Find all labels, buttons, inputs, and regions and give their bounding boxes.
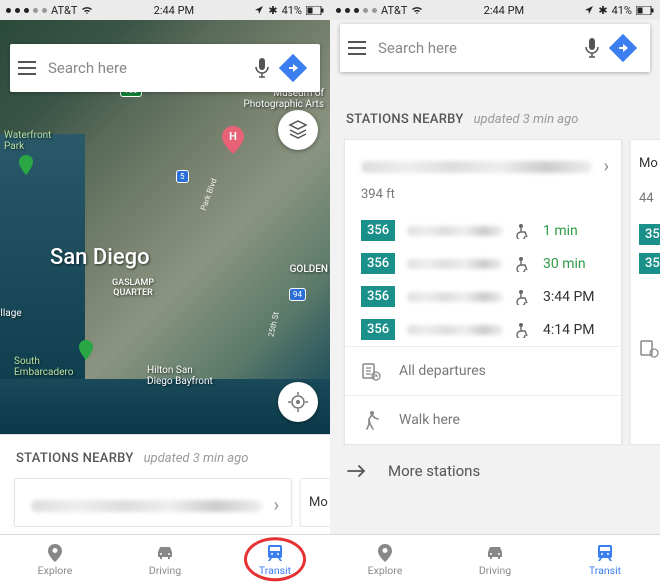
more-stations-button[interactable]: More stations xyxy=(330,445,660,496)
gaslamp-label: GASLAMP QUARTER xyxy=(112,278,154,298)
stations-panel[interactable]: STATIONS NEARBY updated 3 min ago › Mo xyxy=(0,434,330,534)
route-dest-blurred xyxy=(407,226,503,236)
road-parkblvd: Park Blvd xyxy=(199,177,219,211)
chevron-right-icon: › xyxy=(274,495,279,516)
menu-icon[interactable] xyxy=(18,61,36,75)
chevron-right-icon: › xyxy=(604,156,609,177)
tab-bar: Explore Driving Transit xyxy=(330,534,660,586)
stations-panel: STATIONS NEARBY updated 3 min ago › 394 … xyxy=(330,80,660,534)
route-row[interactable]: 356 30 min xyxy=(345,247,621,280)
train-icon xyxy=(595,544,615,562)
route-badge: 356 xyxy=(361,286,395,307)
park-marker-icon[interactable] xyxy=(78,340,94,360)
route-badge: 356 xyxy=(361,220,395,241)
mic-icon[interactable] xyxy=(580,37,604,59)
layers-button[interactable] xyxy=(278,110,318,150)
location-arrow-icon xyxy=(254,5,264,15)
station-card[interactable]: › 394 ft 356 1 min 356 30 min 356 3:44 PM 356 4… xyxy=(344,139,622,445)
station-name-blurred xyxy=(31,500,262,512)
tab-transit[interactable]: Transit xyxy=(550,535,660,586)
car-icon xyxy=(485,544,505,562)
poi-village: illage xyxy=(0,308,22,319)
poi-waterfront: Waterfront Park xyxy=(4,130,51,152)
search-bar[interactable]: Search here xyxy=(340,24,650,72)
search-input[interactable]: Search here xyxy=(36,59,250,77)
route-dest-blurred xyxy=(407,325,503,335)
tab-explore[interactable]: Explore xyxy=(330,535,440,586)
station-card-peek[interactable]: Mo xyxy=(300,478,330,527)
poi-embarcadero: South Embarcadero xyxy=(14,356,73,378)
panel-title: STATIONS NEARBY xyxy=(346,112,464,127)
map[interactable]: Search here Museum of Photographic Arts … xyxy=(0,20,330,434)
accessible-icon xyxy=(515,322,531,338)
locate-icon xyxy=(287,391,309,413)
wifi-icon xyxy=(81,5,93,15)
walk-here-button[interactable]: Walk here xyxy=(345,395,621,444)
battery-icon xyxy=(306,6,324,15)
departures-icon xyxy=(639,338,659,358)
route-time: 3:44 PM xyxy=(543,289,605,305)
shield-94: 94 xyxy=(289,288,306,301)
svg-text:H: H xyxy=(229,130,237,143)
panel-title: STATIONS NEARBY xyxy=(16,451,134,466)
pin-icon xyxy=(45,544,65,562)
tab-transit[interactable]: Transit xyxy=(220,535,330,586)
battery-percent: 41% xyxy=(282,4,302,17)
search-input[interactable]: Search here xyxy=(366,39,580,57)
panel-updated: updated 3 min ago xyxy=(474,112,579,127)
poi-hilton: Hilton San Diego Bayfront xyxy=(147,365,213,387)
road-25th: 25th St xyxy=(266,311,280,338)
accessible-icon xyxy=(515,223,531,239)
station-card-peek[interactable]: Mo 44 35 35 xyxy=(630,139,660,445)
search-bar[interactable]: Search here xyxy=(10,44,320,92)
status-time: 2:44 PM xyxy=(154,4,194,17)
golden-label: GOLDEN xyxy=(290,264,328,275)
arrow-right-icon xyxy=(346,464,368,478)
location-arrow-icon xyxy=(584,5,594,15)
station-distance: 394 ft xyxy=(345,187,621,214)
accessible-icon xyxy=(515,256,531,272)
shield-i5: 5 xyxy=(176,170,189,183)
all-departures-button[interactable]: All departures xyxy=(345,346,621,395)
car-icon xyxy=(155,544,175,562)
mic-icon[interactable] xyxy=(250,57,274,79)
status-bar: AT&T 2:44 PM ✱ 41% xyxy=(330,0,660,20)
locate-button[interactable] xyxy=(278,382,318,422)
station-name-blurred xyxy=(361,161,592,173)
route-row[interactable]: 356 3:44 PM xyxy=(345,280,621,313)
route-dest-blurred xyxy=(407,292,503,302)
tab-driving[interactable]: Driving xyxy=(440,535,550,586)
route-time: 1 min xyxy=(543,223,605,239)
route-badge: 356 xyxy=(361,253,395,274)
pin-icon xyxy=(375,544,395,562)
battery-icon xyxy=(636,6,654,15)
directions-button[interactable] xyxy=(604,29,642,67)
menu-icon[interactable] xyxy=(348,41,366,55)
tab-driving[interactable]: Driving xyxy=(110,535,220,586)
route-badge: 356 xyxy=(361,319,395,340)
layers-icon xyxy=(287,119,309,141)
screen-left: AT&T 2:44 PM ✱ 41% Search here Museum of… xyxy=(0,0,330,586)
route-row[interactable]: 356 4:14 PM xyxy=(345,313,621,346)
hospital-marker-icon[interactable]: H xyxy=(222,126,244,154)
route-time: 30 min xyxy=(543,256,605,272)
station-card[interactable]: › xyxy=(14,478,292,527)
route-dest-blurred xyxy=(407,259,503,269)
annotation-ellipse xyxy=(244,537,306,581)
accessible-icon xyxy=(515,289,531,305)
tree-marker-icon[interactable] xyxy=(18,155,34,175)
departures-icon xyxy=(361,361,381,381)
route-row[interactable]: 356 1 min xyxy=(345,214,621,247)
tab-explore[interactable]: Explore xyxy=(0,535,110,586)
screen-right: AT&T 2:44 PM ✱ 41% Search here STATIONS … xyxy=(330,0,660,586)
walk-icon xyxy=(361,410,381,430)
carrier: AT&T xyxy=(51,4,77,17)
tab-bar: Explore Driving Transit xyxy=(0,534,330,586)
directions-button[interactable] xyxy=(274,49,312,87)
route-time: 4:14 PM xyxy=(543,322,605,338)
status-bar: AT&T 2:44 PM ✱ 41% xyxy=(0,0,330,20)
panel-updated: updated 3 min ago xyxy=(144,451,249,466)
wifi-icon xyxy=(411,5,423,15)
city-label: San Diego xyxy=(50,245,150,270)
